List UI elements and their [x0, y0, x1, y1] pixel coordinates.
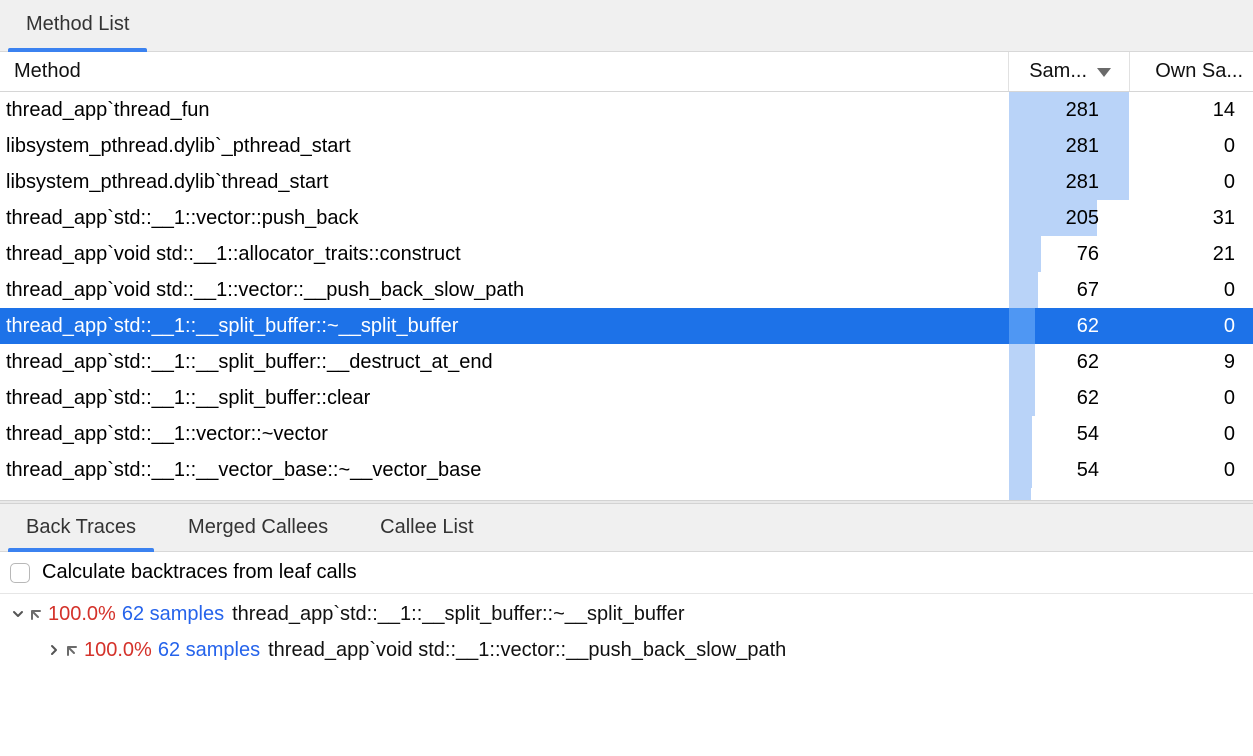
own-samples-value: 31: [1213, 207, 1243, 230]
column-header-samples[interactable]: Sam...: [1008, 52, 1129, 91]
own-samples-value: 9: [1224, 351, 1243, 374]
method-name: thread_app`std::__1::vector::push_back: [6, 207, 358, 229]
method-name: thread_app`std::__1::__split_buffer::__d…: [6, 351, 493, 373]
table-row[interactable]: thread_app`std::__1::__split_buffer::__d…: [0, 344, 1253, 380]
samples-value: 54: [1077, 459, 1111, 482]
caller-arrow-icon: [28, 605, 46, 623]
samples-value: 205: [1066, 207, 1111, 230]
samples-bar: [1009, 452, 1032, 488]
tab-callee-list[interactable]: Callee List: [354, 504, 499, 551]
calculate-backtraces-label: Calculate backtraces from leaf calls: [42, 561, 357, 584]
own-samples-value: 0: [1224, 171, 1243, 194]
tab-callee-list-label: Callee List: [380, 516, 473, 538]
tab-method-list[interactable]: Method List: [0, 0, 155, 51]
samples-value: 281: [1066, 135, 1111, 158]
table-row[interactable]: thread_app`void std::__1::allocator_trai…: [0, 236, 1253, 272]
samples-bar: [1009, 344, 1035, 380]
backtrace-percent: 100.0%: [48, 603, 116, 626]
table-row[interactable]: thread_app`thread_fun 281 14: [0, 92, 1253, 128]
method-name: thread_app`thread_fun: [6, 99, 210, 121]
lower-tabbar: Back Traces Merged Callees Callee List: [0, 504, 1253, 552]
own-samples-value: 0: [1224, 279, 1243, 302]
samples-value: 62: [1077, 315, 1111, 338]
backtrace-percent: 100.0%: [84, 639, 152, 662]
samples-bar: [1009, 380, 1035, 416]
samples-value: 76: [1077, 243, 1111, 266]
own-samples-value: 0: [1224, 459, 1243, 482]
samples-value: 62: [1077, 387, 1111, 410]
method-name: thread_app`void std::__1::allocator_trai…: [6, 243, 461, 265]
method-name: thread_app`std::__1::vector::~vector: [6, 423, 328, 445]
column-header-own-samples[interactable]: Own Sa...: [1129, 52, 1253, 91]
samples-bar: [1009, 488, 1031, 500]
backtrace-method: thread_app`void std::__1::vector::__push…: [268, 639, 786, 662]
method-table-body: thread_app`thread_fun 281 14 libsystem_pthr…: [0, 92, 1253, 500]
samples-bar: [1009, 416, 1032, 452]
table-row[interactable]: thread_app`std::__1::__vector_base::~__v…: [0, 452, 1253, 488]
tab-method-list-label: Method List: [26, 13, 129, 35]
table-row[interactable]: thread_app`std::__1::vector::~vector 54 0: [0, 416, 1253, 452]
backtrace-samples-link[interactable]: 62 samples: [122, 603, 224, 626]
table-row[interactable]: thread_app`std::__1::__split_buffer::~__…: [0, 308, 1253, 344]
method-name: thread_app`std::__1::__split_buffer::~__…: [6, 315, 458, 337]
tab-merged-callees[interactable]: Merged Callees: [162, 504, 354, 551]
backtrace-row[interactable]: 100.0% 62 samples thread_app`void std::__…: [0, 632, 1253, 668]
method-name: thread_app`std::__1::__vector_base::~__v…: [6, 459, 481, 481]
chevron-right-icon[interactable]: [46, 644, 62, 656]
top-tabbar: Method List: [0, 0, 1253, 52]
column-header-method[interactable]: Method: [0, 52, 1008, 91]
tab-back-traces[interactable]: Back Traces: [0, 504, 162, 551]
own-samples-value: 0: [1224, 135, 1243, 158]
own-samples-value: 21: [1213, 243, 1243, 266]
table-row[interactable]: thread_app`std::__1::__split_buffer::cle…: [0, 380, 1253, 416]
chevron-down-icon[interactable]: [10, 608, 26, 620]
samples-bar: [1009, 236, 1041, 272]
own-samples-value: 0: [1224, 423, 1243, 446]
samples-bar: [1009, 272, 1038, 308]
backtrace-tree: 100.0%62 samples thread_app`std::__1::__…: [0, 594, 1253, 668]
tab-merged-callees-label: Merged Callees: [188, 516, 328, 538]
table-row[interactable]: libsystem_pthread.dylib`_pthread_start 28…: [0, 128, 1253, 164]
calculate-backtraces-checkbox[interactable]: [10, 563, 30, 583]
tab-back-traces-label: Back Traces: [26, 516, 136, 538]
backtrace-row[interactable]: 100.0% 62 samples thread_app`std::__1::__…: [0, 596, 1253, 632]
table-header: Method Sam... Own Sa...: [0, 52, 1253, 92]
samples-value: 281: [1066, 171, 1111, 194]
samples-bar: [1009, 308, 1035, 344]
table-row[interactable]: thread_app`std::__1::vector::push_back 20…: [0, 200, 1253, 236]
caller-arrow-icon: [64, 641, 82, 659]
samples-value: 67: [1077, 279, 1111, 302]
method-name: thread_app`void std::__1::vector::__push…: [6, 279, 524, 301]
backtrace-samples-link[interactable]: 62 samples: [158, 639, 260, 662]
backtrace-method: thread_app`std::__1::__split_buffer::~__…: [232, 603, 684, 626]
method-name: libsystem_pthread.dylib`thread_start: [6, 171, 328, 193]
samples-value: 281: [1066, 99, 1111, 122]
samples-value: 62: [1077, 351, 1111, 374]
samples-value: 54: [1077, 423, 1111, 446]
own-samples-value: 0: [1224, 315, 1243, 338]
sort-descending-icon: [1097, 68, 1111, 77]
backtrace-options-row: Calculate backtraces from leaf calls: [0, 552, 1253, 594]
table-row[interactable]: [0, 488, 1253, 500]
table-row[interactable]: thread_app`void std::__1::vector::__push…: [0, 272, 1253, 308]
table-row[interactable]: libsystem_pthread.dylib`thread_start 281 0: [0, 164, 1253, 200]
method-name: libsystem_pthread.dylib`_pthread_start: [6, 135, 351, 157]
own-samples-value: 14: [1213, 99, 1243, 122]
own-samples-value: 0: [1224, 387, 1243, 410]
method-name: thread_app`std::__1::__split_buffer::cle…: [6, 387, 370, 409]
